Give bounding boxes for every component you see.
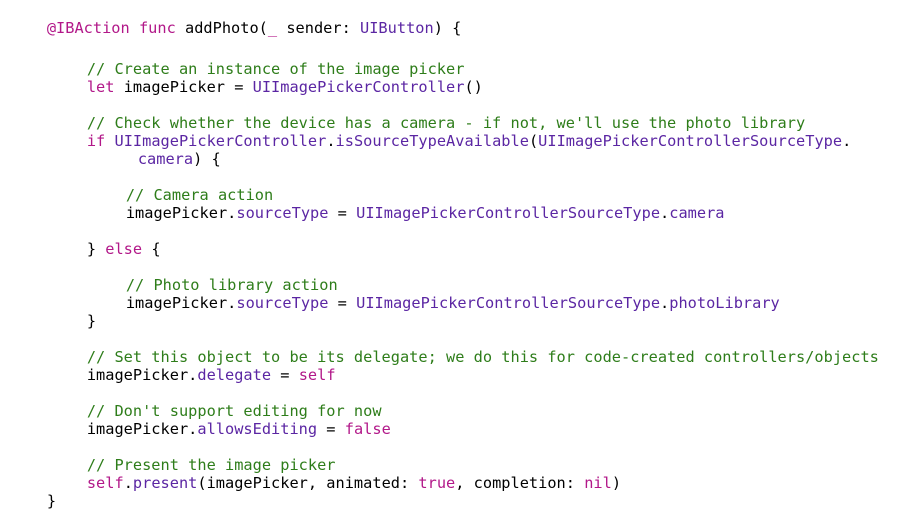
keyword-token: _ bbox=[267, 19, 278, 37]
code-line: @IBAction func addPhoto(_ sender: UIButt… bbox=[10, 1, 462, 37]
punctuation-token: () bbox=[464, 78, 483, 96]
brace-token: } bbox=[86, 312, 97, 330]
type-token: UIImagePickerControllerSourceType bbox=[356, 204, 661, 222]
brace-token: } bbox=[86, 240, 106, 258]
code-line: imagePicker.sourceType = UIImagePickerCo… bbox=[89, 186, 725, 222]
property-token: allowsEditing bbox=[197, 420, 318, 438]
identifier-token: imagePicker = bbox=[114, 78, 253, 96]
code-line: let imagePicker = UIImagePickerControlle… bbox=[50, 60, 483, 96]
type-token: UIImagePickerControllerSourceType bbox=[538, 132, 843, 150]
code-line: } bbox=[10, 474, 56, 510]
code-line: imagePicker.sourceType = UIImagePickerCo… bbox=[89, 276, 780, 312]
code-line: imagePicker.delegate = self bbox=[50, 348, 336, 384]
code-line: imagePicker.allowsEditing = false bbox=[50, 402, 391, 438]
method-token: present bbox=[132, 474, 198, 492]
punctuation-token: ) { bbox=[193, 150, 221, 168]
parameter-token: sender: bbox=[277, 19, 361, 37]
punctuation-token: . bbox=[660, 204, 670, 222]
code-line: // Create an instance of the image picke… bbox=[50, 42, 465, 78]
code-line: camera) { bbox=[101, 132, 221, 168]
code-line: self.present(imagePicker, animated: true… bbox=[50, 456, 621, 492]
keyword-token: self bbox=[86, 474, 124, 492]
code-line: // Don't support editing for now bbox=[50, 384, 382, 420]
brace-token: } bbox=[46, 492, 57, 510]
code-line: if UIImagePickerController.isSourceTypeA… bbox=[50, 114, 851, 150]
code-line: } else { bbox=[50, 222, 161, 258]
punctuation-token: . bbox=[326, 132, 336, 150]
code-line: // Present the image picker bbox=[50, 438, 336, 474]
enum-case-token: photoLibrary bbox=[669, 294, 780, 312]
type-token: UIButton bbox=[360, 19, 434, 37]
punctuation-token: . bbox=[660, 294, 670, 312]
operator-token: = bbox=[328, 294, 357, 312]
identifier-token: imagePicker. bbox=[125, 204, 237, 222]
operator-token: = bbox=[271, 366, 299, 384]
type-token: UIImagePickerControllerSourceType bbox=[356, 294, 661, 312]
keyword-token: true bbox=[418, 474, 456, 492]
identifier-token: imagePicker. bbox=[125, 294, 237, 312]
brace-token: { bbox=[142, 240, 161, 258]
code-editor[interactable]: @IBAction func addPhoto(_ sender: UIButt… bbox=[0, 0, 900, 510]
punctuation-token: ) { bbox=[433, 19, 462, 37]
punctuation-token: . bbox=[123, 474, 133, 492]
enum-case-token: camera bbox=[669, 204, 725, 222]
property-token: delegate bbox=[197, 366, 272, 384]
argument-token: , completion: bbox=[455, 474, 585, 492]
keyword-token: nil bbox=[584, 474, 612, 492]
punctuation-token: ) bbox=[611, 474, 622, 492]
property-token: sourceType bbox=[236, 204, 329, 222]
property-token: camera bbox=[137, 150, 194, 168]
identifier-token: imagePicker. bbox=[86, 420, 198, 438]
code-line: } bbox=[50, 294, 96, 330]
operator-token: = bbox=[328, 204, 357, 222]
keyword-token: false bbox=[344, 420, 391, 438]
keyword-token: self bbox=[298, 366, 336, 384]
keyword-token: func bbox=[138, 19, 176, 37]
keyword-token: let bbox=[86, 78, 115, 96]
attribute-token: @IBAction bbox=[46, 19, 130, 37]
code-line: // Photo library action bbox=[89, 258, 338, 294]
property-token: sourceType bbox=[236, 294, 329, 312]
function-name-token: addPhoto( bbox=[175, 19, 268, 37]
code-line: // Camera action bbox=[89, 168, 273, 204]
punctuation-token: . bbox=[842, 132, 852, 150]
method-token: isSourceTypeAvailable bbox=[335, 132, 529, 150]
identifier-token: imagePicker. bbox=[86, 366, 198, 384]
punctuation-token: ( bbox=[528, 132, 539, 150]
code-line: // Set this object to be its delegate; w… bbox=[50, 330, 879, 366]
argument-token: (imagePicker, animated: bbox=[197, 474, 419, 492]
type-token: UIImagePickerController bbox=[252, 78, 465, 96]
code-line: // Check whether the device has a camera… bbox=[50, 96, 805, 132]
operator-token: = bbox=[317, 420, 345, 438]
keyword-token: else bbox=[105, 240, 143, 258]
